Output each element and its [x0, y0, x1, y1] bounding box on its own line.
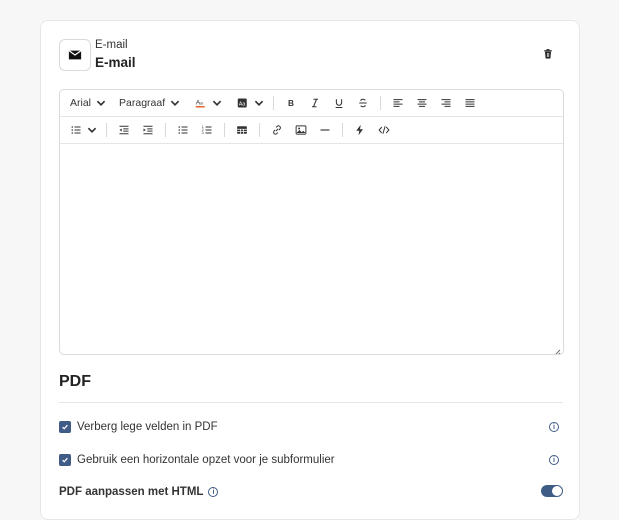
toolbar-row-2: 123	[60, 117, 563, 144]
indent-button[interactable]	[136, 120, 160, 140]
underline-icon	[335, 99, 343, 108]
highlight-button[interactable]: Aa	[234, 93, 268, 113]
rich-text-editor[interactable]: Arial Paragraaf Aa Aa B 1 2 3	[59, 89, 564, 355]
horizontal-layout-checkbox[interactable]	[59, 454, 71, 466]
info-icon[interactable]: i	[549, 422, 559, 432]
pdf-html-label: PDF aanpassen met HTML	[59, 486, 204, 498]
pdf-html-toggle[interactable]	[541, 485, 563, 497]
image-button[interactable]	[289, 120, 313, 140]
indent-icon	[143, 125, 153, 135]
font-family-value: Arial	[70, 97, 92, 109]
align-justify-button[interactable]	[458, 93, 482, 113]
outdent-button[interactable]	[112, 120, 136, 140]
align-right-button[interactable]	[434, 93, 458, 113]
link-icon	[273, 125, 281, 135]
chevron-down-icon	[254, 100, 264, 106]
resize-handle-icon[interactable]	[553, 344, 561, 354]
toolbar-separator	[106, 123, 107, 137]
svg-text:a: a	[200, 101, 203, 106]
horizontal-layout-label: Gebruik een horizontale opzet voor je su…	[77, 454, 335, 466]
block-format-value: Paragraaf	[119, 97, 166, 109]
section-divider	[59, 402, 563, 403]
svg-text:Aa: Aa	[239, 101, 246, 107]
checkmark-icon	[62, 424, 68, 430]
italic-button[interactable]	[303, 93, 327, 113]
chevron-down-icon	[96, 100, 106, 106]
align-left-icon	[393, 99, 403, 107]
header-subtitle: E-mail	[95, 39, 128, 51]
toolbar-separator	[380, 96, 382, 110]
block-format-select[interactable]: Paragraaf	[116, 93, 184, 113]
source-code-button[interactable]	[372, 120, 396, 140]
option-horizontal-layout: Gebruik een horizontale opzet voor je su…	[59, 451, 563, 469]
info-icon[interactable]: i	[549, 455, 559, 465]
hide-empty-fields-checkbox[interactable]	[59, 421, 71, 433]
bullet-list-icon	[178, 126, 188, 134]
align-right-icon	[441, 99, 451, 107]
text-color-icon: Aa	[195, 100, 205, 108]
pdf-section-title: PDF	[59, 373, 91, 390]
envelope-icon	[59, 39, 91, 71]
align-center-icon	[417, 99, 427, 107]
numbered-list-icon: 123	[202, 125, 212, 135]
toolbar-separator	[273, 96, 275, 110]
align-left-button[interactable]	[386, 93, 410, 113]
underline-button[interactable]	[327, 93, 351, 113]
align-justify-icon	[465, 99, 475, 107]
lightning-icon	[356, 124, 363, 136]
table-icon	[237, 126, 247, 134]
chevron-down-icon	[170, 100, 180, 106]
header-title: E-mail	[95, 55, 136, 70]
table-button[interactable]	[230, 120, 254, 140]
text-color-button[interactable]: Aa	[192, 93, 226, 113]
bullet-list-button[interactable]	[171, 120, 195, 140]
font-family-select[interactable]: Arial	[67, 93, 110, 113]
strikethrough-icon	[359, 98, 367, 108]
align-center-button[interactable]	[410, 93, 434, 113]
horizontal-rule-icon	[320, 129, 330, 131]
card-header: E-mail E-mail	[59, 39, 561, 79]
image-icon	[295, 125, 307, 135]
svg-text:3: 3	[202, 131, 204, 135]
highlight-icon: Aa	[237, 98, 247, 108]
code-icon	[378, 126, 390, 134]
pdf-html-row: PDF aanpassen met HTML i	[59, 483, 563, 501]
chevron-down-icon	[87, 127, 97, 133]
chevron-down-icon	[212, 100, 222, 106]
strikethrough-button[interactable]	[351, 93, 375, 113]
bold-button[interactable]: B	[279, 93, 303, 113]
numbered-list-button[interactable]: 123	[195, 120, 219, 140]
info-icon[interactable]: i	[208, 487, 219, 497]
bold-icon: B	[288, 99, 294, 108]
checkmark-icon	[62, 457, 68, 463]
link-button[interactable]	[265, 120, 289, 140]
svg-text:B: B	[288, 99, 294, 108]
option-hide-empty-fields: Verberg lege velden in PDF i	[59, 418, 563, 436]
list-style-button[interactable]	[67, 120, 101, 140]
toolbar-separator	[224, 123, 225, 137]
toolbar-separator	[342, 123, 343, 137]
toolbar-row-1: Arial Paragraaf Aa Aa B	[60, 90, 563, 117]
lightning-button[interactable]	[348, 120, 372, 140]
trash-icon[interactable]	[541, 47, 555, 61]
outdent-icon	[119, 125, 129, 135]
toggle-knob	[552, 486, 562, 496]
italic-icon	[312, 98, 319, 108]
horizontal-rule-button[interactable]	[313, 120, 337, 140]
email-settings-card: E-mail E-mail Arial Paragraaf Aa Aa B 1 …	[40, 20, 580, 520]
list-style-icon	[71, 126, 81, 134]
toolbar-separator	[259, 123, 260, 137]
toolbar-separator	[165, 123, 166, 137]
editor-content-area[interactable]	[60, 144, 563, 354]
hide-empty-fields-label: Verberg lege velden in PDF	[77, 421, 218, 433]
